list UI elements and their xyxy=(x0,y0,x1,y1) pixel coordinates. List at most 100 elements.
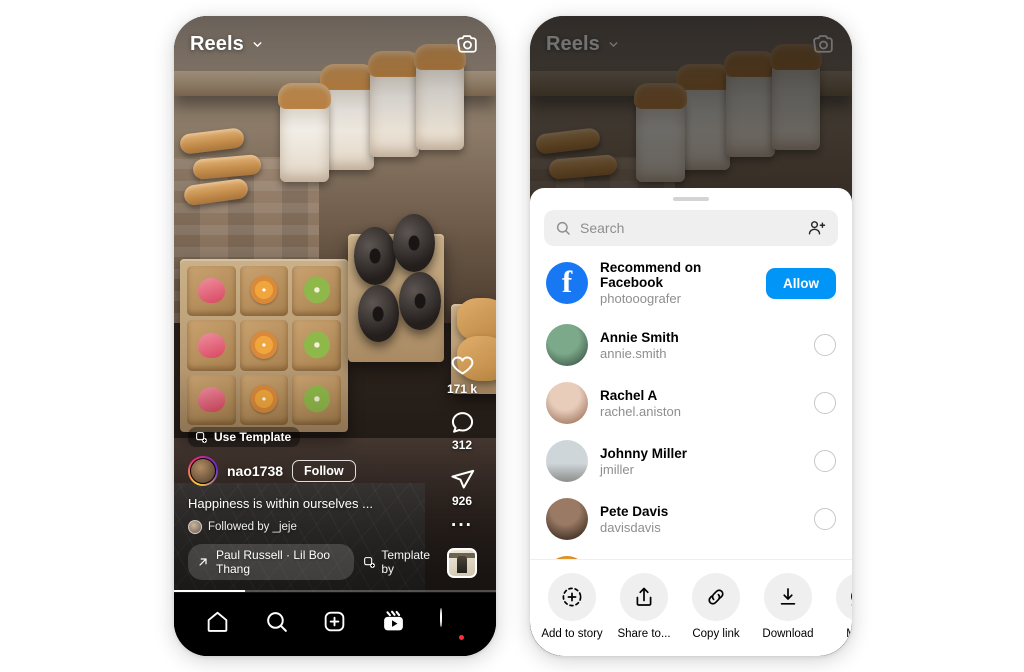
download-icon xyxy=(764,573,812,621)
facebook-title: Recommend on Facebook xyxy=(600,260,702,290)
profile-avatar-icon xyxy=(439,607,466,640)
camera-icon[interactable] xyxy=(455,32,480,57)
reel-author-row[interactable]: nao1738 Follow xyxy=(188,456,434,486)
use-template-label: Use Template xyxy=(214,430,292,444)
add-to-story-label: Add to story xyxy=(541,628,603,640)
tab-reels[interactable] xyxy=(372,600,416,644)
copy-link-button[interactable]: Copy link xyxy=(692,573,740,640)
contact-username: jmiller xyxy=(600,461,634,477)
list-item[interactable]: Jennifer Bay jenn.bayy xyxy=(546,548,836,559)
share-count: 926 xyxy=(451,494,473,508)
template-by-group[interactable]: Template by xyxy=(363,548,434,576)
followed-by-row[interactable]: Followed by _jeje xyxy=(188,520,434,534)
comment-button[interactable]: 312 xyxy=(449,409,476,452)
add-to-story-icon xyxy=(548,573,596,621)
add-to-story-button[interactable]: Add to story xyxy=(541,573,603,640)
contact-meta: Annie Smith annie.smith xyxy=(600,330,802,361)
list-item[interactable]: Rachel A rachel.aniston xyxy=(546,374,836,432)
facebook-icon: f xyxy=(546,262,588,304)
phone-left: Reels 171 k 312 926 ··· Use Template nao… xyxy=(174,16,496,656)
like-button[interactable]: 171 k xyxy=(447,353,477,396)
messenger-icon xyxy=(836,573,852,621)
add-people-icon[interactable] xyxy=(807,218,827,238)
allow-button[interactable]: Allow xyxy=(766,267,836,299)
reels-title-group[interactable]: Reels xyxy=(190,33,264,56)
search-input[interactable]: Search xyxy=(544,210,838,246)
copy-link-label: Copy link xyxy=(692,628,740,640)
audio-track-label: Paul Russell · Lil Boo Thang xyxy=(216,548,331,576)
share-out-icon xyxy=(620,573,668,621)
follow-button[interactable]: Follow xyxy=(292,460,356,482)
share-to-button[interactable]: Share to... xyxy=(617,573,671,640)
chevron-down-icon[interactable] xyxy=(251,38,264,51)
contact-meta: Pete Davis davisdavis xyxy=(600,504,802,535)
reel-caption[interactable]: Happiness is within ourselves ... xyxy=(188,496,434,511)
contact-username: annie.smith xyxy=(600,345,667,361)
avatar xyxy=(546,324,588,366)
download-button[interactable]: Download xyxy=(762,573,814,640)
plus-square-icon xyxy=(322,609,347,634)
template-by-label: Template by xyxy=(381,548,431,576)
arrow-up-right-icon xyxy=(197,556,209,568)
contact-list[interactable]: Annie Smith annie.smith Rachel A rachel.… xyxy=(530,316,852,559)
comment-count: 312 xyxy=(451,438,473,452)
tab-create[interactable] xyxy=(313,600,357,644)
use-template-button[interactable]: Use Template xyxy=(188,427,301,447)
contact-username: rachel.aniston xyxy=(600,403,681,419)
contact-meta: Rachel A rachel.aniston xyxy=(600,388,802,419)
select-circle[interactable] xyxy=(814,334,836,356)
reels-label: Reels xyxy=(190,32,244,55)
messenger-button[interactable]: Mess xyxy=(836,573,852,640)
followed-by-label: Followed by _jeje xyxy=(208,521,297,533)
like-count: 171 k xyxy=(446,382,478,396)
audio-track-pill[interactable]: Paul Russell · Lil Boo Thang xyxy=(188,544,355,580)
contact-name: Johnny Miller xyxy=(600,445,688,461)
send-icon xyxy=(449,465,476,492)
sheet-grabber[interactable] xyxy=(673,197,709,201)
heart-icon xyxy=(449,353,476,380)
music-note-badge: ♪ xyxy=(474,565,475,576)
reels-icon xyxy=(381,609,406,634)
followed-by-avatar xyxy=(188,520,202,534)
list-item[interactable]: Pete Davis davisdavis xyxy=(546,490,836,548)
notification-dot xyxy=(458,634,464,640)
more-dots-icon[interactable]: ··· xyxy=(451,516,473,535)
author-username[interactable]: nao1738 xyxy=(227,463,283,479)
template-icon xyxy=(363,556,376,569)
contact-name: Rachel A xyxy=(600,387,658,403)
facebook-subtitle: photooografer xyxy=(600,291,681,306)
messenger-label: Mess xyxy=(846,628,852,640)
home-icon xyxy=(205,609,230,634)
audio-row: Paul Russell · Lil Boo Thang Template by xyxy=(188,544,434,580)
reel-action-rail: 171 k 312 926 ··· ♪ xyxy=(436,353,488,578)
comment-icon xyxy=(449,409,476,436)
share-button[interactable]: 926 xyxy=(449,465,476,508)
phone-right: Reels Search xyxy=(530,16,852,656)
template-icon xyxy=(195,431,208,444)
search-icon xyxy=(264,609,289,634)
select-circle[interactable] xyxy=(814,392,836,414)
download-label: Download xyxy=(762,628,814,640)
tab-home[interactable] xyxy=(195,600,239,644)
search-icon xyxy=(555,220,571,236)
tab-search[interactable] xyxy=(254,600,298,644)
select-circle[interactable] xyxy=(814,508,836,530)
recommend-on-facebook-row[interactable]: f Recommend on Facebook photooografer Al… xyxy=(530,256,852,316)
select-circle[interactable] xyxy=(814,450,836,472)
reel-meta-overlay: Use Template nao1738 Follow Happiness is… xyxy=(188,427,434,580)
author-avatar[interactable] xyxy=(188,456,218,486)
reel-header: Reels xyxy=(174,16,496,72)
facebook-meta: Recommend on Facebook photooografer xyxy=(600,260,754,306)
list-item[interactable]: Annie Smith annie.smith xyxy=(546,316,836,374)
tab-profile[interactable] xyxy=(431,600,475,644)
audio-thumbnail-icon[interactable]: ♪ xyxy=(447,548,477,578)
list-item[interactable]: Johnny Miller jmiller xyxy=(546,432,836,490)
screenshot-stage: Reels 171 k 312 926 ··· Use Template nao… xyxy=(0,0,1024,672)
contact-meta: Johnny Miller jmiller xyxy=(600,446,802,477)
share-action-row: Add to story Share to... Copy link Downl… xyxy=(530,559,852,656)
search-row: Search xyxy=(530,207,852,256)
bottom-tab-bar xyxy=(174,592,496,656)
contact-username: davisdavis xyxy=(600,519,661,535)
link-icon xyxy=(692,573,740,621)
search-placeholder: Search xyxy=(580,220,625,236)
